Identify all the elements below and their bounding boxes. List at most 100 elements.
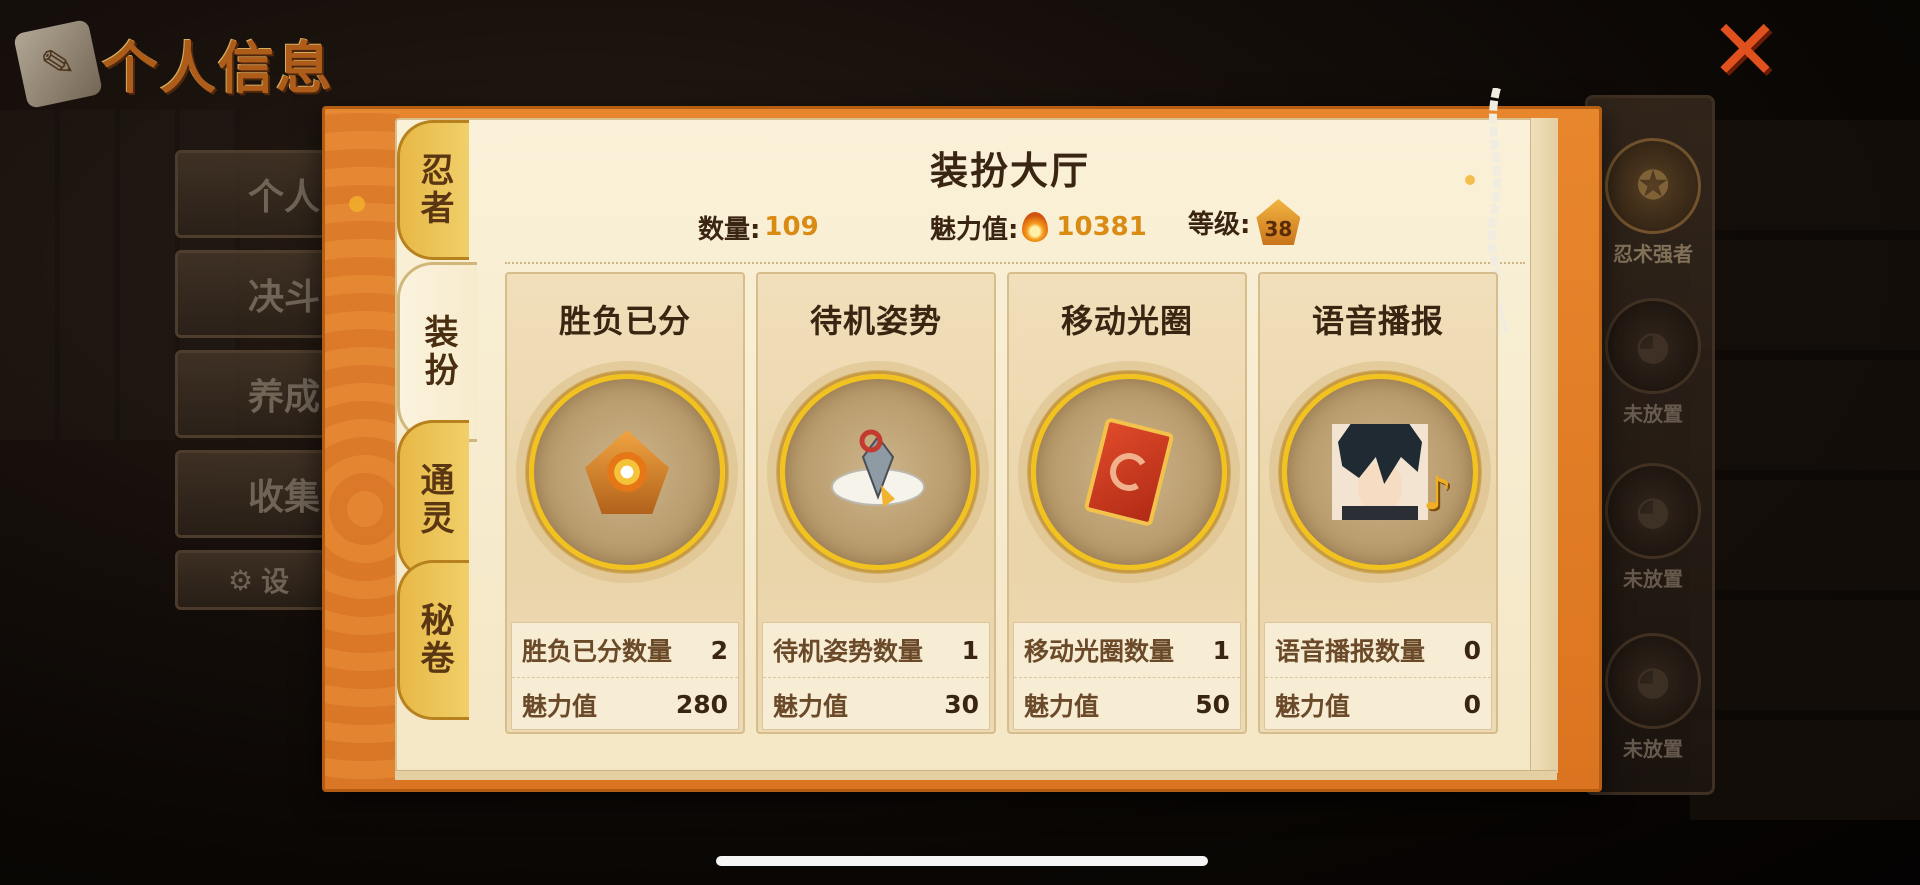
level-crest-icon: 38 — [1256, 199, 1301, 245]
parchment-bottom — [395, 770, 1557, 780]
costume-card-victory[interactable]: 胜负已分 胜负已分数量 2 魅力值 280 — [505, 272, 745, 734]
menu-item-label: 设 — [261, 565, 290, 598]
rail-slot[interactable]: ◕ 未放置 — [1603, 463, 1703, 592]
page-title: ✎ 个人信息 — [12, 14, 350, 114]
toad-placeholder-icon: ◕ — [1605, 633, 1701, 729]
charm-label: 魅力值: — [930, 214, 1019, 245]
rail-slot-label: 未放置 — [1623, 737, 1683, 761]
stat-charm-label: 魅力值 — [522, 691, 598, 721]
card-stats: 胜负已分数量 2 魅力值 280 — [511, 622, 739, 730]
stat-charm-row: 魅力值 50 — [1014, 677, 1240, 731]
music-note-icon: ♪ — [1422, 466, 1452, 520]
toad-placeholder-icon: ◕ — [1605, 463, 1701, 559]
stat-count-row: 移动光圈数量 1 — [1014, 623, 1240, 677]
victory-badge-icon — [585, 430, 669, 514]
costume-card-voice[interactable]: 语音播报 ♪ 语音播报数量 0 魅力值 0 — [1258, 272, 1498, 734]
red-card-icon — [1083, 416, 1175, 528]
card-stats: 移动光圈数量 1 魅力值 50 — [1013, 622, 1241, 730]
stat-count-value: 1 — [1212, 635, 1230, 665]
menu-item-label: 养成 — [248, 377, 321, 418]
card-title: 待机姿势 — [809, 302, 942, 340]
tab-label: 装扮 — [418, 314, 458, 390]
menu-item-duel[interactable]: 决斗 — [175, 250, 345, 338]
card-item-slot[interactable] — [516, 361, 738, 583]
tab-label: 秘卷 — [414, 602, 454, 678]
tab-scroll[interactable]: 秘卷 — [397, 560, 469, 720]
card-title: 胜负已分 — [558, 302, 691, 340]
count-label: 数量: — [698, 214, 761, 245]
sparkle-decoration — [349, 196, 365, 212]
stat-count-label: 移动光圈数量 — [1024, 637, 1175, 666]
stat-charm-row: 魅力值 30 — [763, 677, 989, 731]
rail-slot-label: 忍术强者 — [1613, 242, 1693, 266]
stat-count-value: 1 — [961, 635, 979, 665]
tab-label: 通灵 — [414, 462, 454, 538]
stat-charm-label: 魅力值 — [1275, 691, 1351, 721]
menu-item-label: 收集 — [248, 477, 321, 518]
charm-value: 10381 — [1056, 212, 1147, 242]
card-title: 语音播报 — [1311, 302, 1444, 340]
costume-card-move-aura[interactable]: 移动光圈 移动光圈数量 1 魅力值 50 — [1007, 272, 1247, 734]
count-value: 109 — [764, 212, 819, 242]
count-stat: 数量: 109 — [698, 205, 819, 249]
level-value: 38 — [1264, 217, 1293, 241]
tab-label: 忍者 — [414, 152, 454, 228]
menu-item-personal[interactable]: 个人 — [175, 150, 345, 238]
stat-charm-value: 50 — [1195, 690, 1230, 719]
menu-item-label: 决斗 — [248, 277, 321, 318]
left-menu: 个人 决斗 养成 收集 ⚙ 设 — [175, 150, 345, 622]
home-indicator[interactable] — [716, 856, 1208, 866]
card-title: 移动光圈 — [1060, 302, 1193, 340]
rail-slot[interactable]: ◕ 未放置 — [1603, 633, 1703, 762]
tab-summon[interactable]: 通灵 — [397, 420, 469, 580]
right-rail: ✪ 忍术强者 ◕ 未放置 ◕ 未放置 ◕ 未放置 — [1585, 95, 1715, 795]
stat-charm-value: 280 — [675, 690, 728, 719]
header-divider — [505, 262, 1525, 264]
menu-item-cultivate[interactable]: 养成 — [175, 350, 345, 438]
close-icon: ✕ — [1709, 1, 1781, 99]
frame-decoration — [325, 109, 400, 789]
scroll-profile-icon: ✎ — [12, 18, 104, 110]
costume-card-idle-pose[interactable]: 待机姿势 待机姿势数量 1 魅力值 30 — [756, 272, 996, 734]
stat-count-value: 2 — [710, 635, 728, 665]
parchment-edge — [1530, 118, 1558, 773]
level-label: 等级: — [1188, 209, 1251, 240]
menu-item-settings[interactable]: ⚙ 设 — [175, 550, 345, 610]
stat-count-value: 0 — [1463, 635, 1481, 665]
rail-slot-label: 未放置 — [1623, 567, 1683, 591]
menu-item-collect[interactable]: 收集 — [175, 450, 345, 538]
menu-item-label: 个人 — [248, 177, 321, 218]
level-stat: 等级: 38 — [1188, 199, 1301, 245]
rail-slot[interactable]: ◕ 未放置 — [1603, 298, 1703, 427]
shuriken-emblem-icon: ✪ — [1605, 138, 1701, 234]
card-item-slot[interactable]: ♪ — [1269, 361, 1491, 583]
stat-count-row: 语音播报数量 0 — [1265, 623, 1491, 677]
close-button[interactable]: ✕ — [1700, 1, 1790, 99]
tab-ninja[interactable]: 忍者 — [397, 120, 469, 260]
game-screen: ✎ 个人信息 个人 决斗 养成 收集 ⚙ 设 ✪ 忍术强者 ◕ 未放置 ◕ 未放置… — [0, 0, 1920, 885]
stat-charm-value: 30 — [944, 690, 979, 719]
stat-count-label: 胜负已分数量 — [522, 637, 673, 666]
stat-count-row: 待机姿势数量 1 — [763, 623, 989, 677]
stat-charm-label: 魅力值 — [773, 691, 849, 721]
stat-charm-value: 0 — [1463, 690, 1481, 719]
kunai-scroll-icon — [831, 429, 925, 507]
card-stats: 待机姿势数量 1 魅力值 30 — [762, 622, 990, 730]
card-item-slot[interactable] — [767, 361, 989, 583]
rail-slot[interactable]: ✪ 忍术强者 — [1603, 138, 1703, 267]
ninja-portrait-icon: ♪ — [1332, 424, 1452, 520]
stat-count-label: 待机姿势数量 — [773, 637, 924, 666]
charm-stat: 魅力值: 10381 — [930, 205, 1147, 249]
hall-title: 装扮大厅 — [929, 148, 1090, 193]
flame-icon — [1022, 212, 1049, 242]
tab-costume[interactable]: 装扮 — [397, 262, 477, 442]
stat-count-label: 语音播报数量 — [1275, 637, 1426, 666]
rail-slot-label: 未放置 — [1623, 402, 1683, 426]
stat-charm-row: 魅力值 280 — [512, 677, 738, 731]
toad-placeholder-icon: ◕ — [1605, 298, 1701, 394]
card-stats: 语音播报数量 0 魅力值 0 — [1264, 622, 1492, 730]
gear-icon: ⚙ — [228, 563, 254, 597]
stat-charm-row: 魅力值 0 — [1265, 677, 1491, 731]
page-title-text: 个人信息 — [102, 35, 334, 102]
card-item-slot[interactable] — [1018, 361, 1240, 583]
